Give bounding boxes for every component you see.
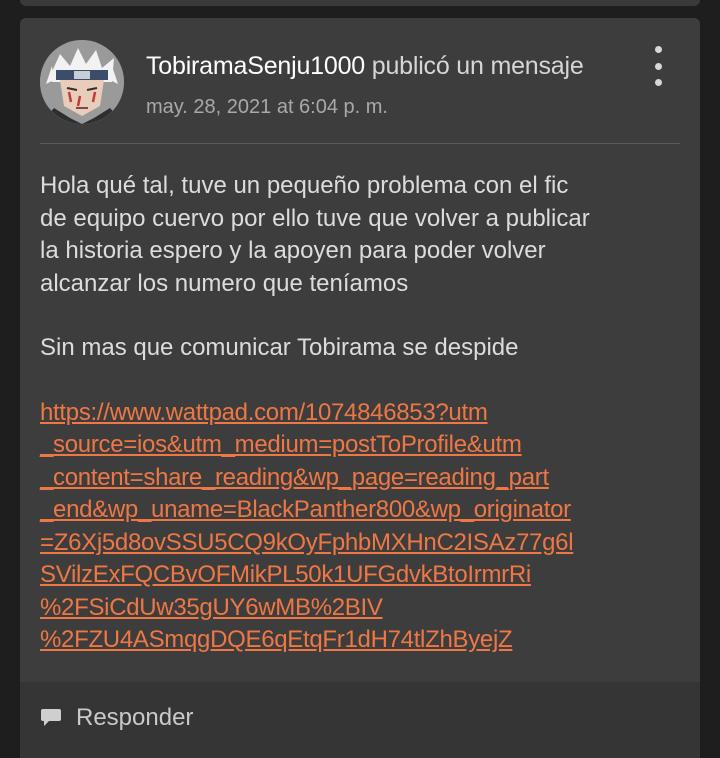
avatar-image — [40, 40, 124, 124]
post-date: may. 28, 2021 at 6:04 p. m. — [146, 96, 388, 118]
dot — [654, 79, 662, 86]
message-card: TobiramaSenju1000 publicó un mensaje may… — [20, 18, 700, 758]
body-line: Hola qué tal, tuve un pequeño problema c… — [40, 172, 569, 199]
reply-button[interactable]: Responder — [40, 704, 193, 732]
dot — [654, 46, 662, 53]
body-line: alcanzar los numero que teníamos — [40, 269, 409, 297]
wattpad-link[interactable]: https://www.wattpad.com/1074846853?utm _… — [40, 397, 670, 657]
post-header-line: TobiramaSenju1000 publicó un mensaje — [146, 52, 584, 81]
closing-line: Sin mas que comunicar Tobirama se despid… — [40, 334, 519, 361]
link-line[interactable]: SVilzExFQCBvOFMikPL50k1UFGdvkBtoIrmrRi — [40, 559, 670, 592]
card-footer: Responder — [20, 682, 700, 758]
body-line: la historia espero y la apoyen para pode… — [40, 237, 546, 264]
message-body: Hola qué tal, tuve un pequeño problema c… — [40, 170, 670, 657]
more-options-icon[interactable] — [646, 46, 670, 86]
link-line[interactable]: _source=ios&utm_medium=postToProfile&utm — [40, 429, 670, 462]
link-line[interactable]: =Z6Xj5d8ovSSU5CQ9kOyFphbMXHnC2ISAz77g6l — [40, 527, 670, 560]
author-name[interactable]: TobiramaSenju1000 — [146, 52, 365, 80]
link-line[interactable]: %2FZU4ASmqgDQE6qEtqFr1dH74tlZhByejZ — [40, 624, 670, 657]
avatar[interactable] — [40, 40, 124, 124]
link-line[interactable]: _end&wp_uname=BlackPanther800&wp_origina… — [40, 494, 670, 527]
link-line[interactable]: _content=share_reading&wp_page=reading_p… — [40, 462, 670, 495]
header-divider — [40, 143, 680, 144]
post-action-text: publicó un mensaje — [371, 52, 584, 80]
previous-card-edge — [20, 0, 700, 6]
body-line: de equipo cuervo por ello tuve que volve… — [40, 204, 590, 232]
link-line[interactable]: https://www.wattpad.com/1074846853?utm — [40, 397, 670, 430]
speech-bubble-icon — [41, 709, 61, 726]
reply-label: Responder — [76, 704, 194, 731]
link-line[interactable]: %2FSiCdUw35gUY6wMB%2BIV — [40, 592, 670, 625]
dot — [654, 62, 662, 70]
